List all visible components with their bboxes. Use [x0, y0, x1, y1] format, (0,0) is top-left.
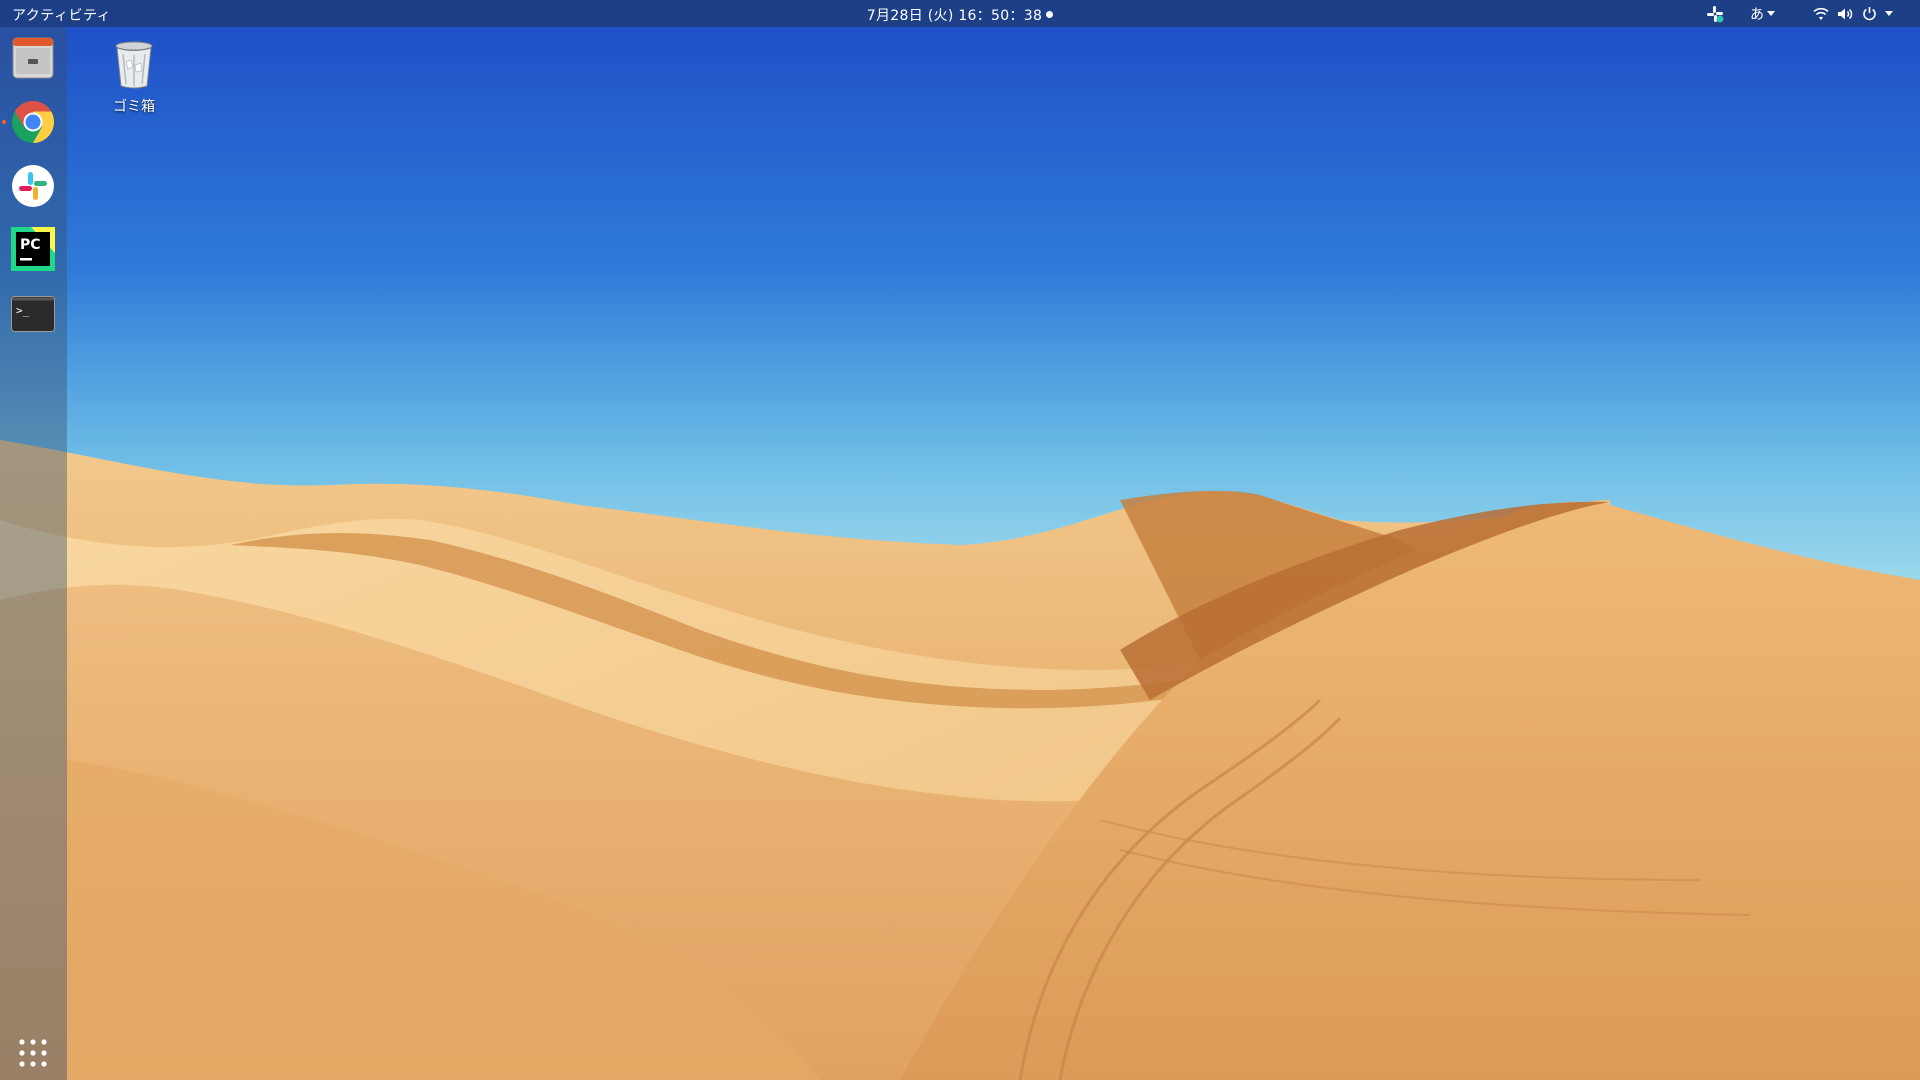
system-menu[interactable] — [1813, 4, 1893, 23]
svg-text:PC: PC — [20, 237, 41, 253]
input-method-menu[interactable]: あ — [1750, 4, 1775, 23]
trash-icon — [115, 41, 153, 89]
desktop-screen: アクティビティ 7月28日 (火) 16：50：38 あ PC >_ ゴミ箱 — [0, 0, 1920, 1080]
dock-item-files[interactable] — [8, 33, 58, 83]
wallpaper-desert — [0, 0, 1920, 1080]
chrome-icon — [12, 100, 55, 143]
dock-item-terminal[interactable]: >_ — [8, 289, 58, 339]
file-cabinet-icon — [12, 37, 54, 79]
running-indicator — [2, 120, 6, 124]
top-bar: アクティビティ 7月28日 (火) 16：50：38 あ — [0, 0, 1920, 27]
chevron-down-icon — [1885, 11, 1893, 16]
show-applications-button[interactable] — [8, 1028, 58, 1078]
dock-item-chrome[interactable] — [2, 97, 58, 147]
slack-icon — [1707, 5, 1724, 22]
wifi-icon — [1813, 7, 1829, 20]
svg-text:>_: >_ — [16, 304, 30, 317]
input-method-label: あ — [1750, 6, 1764, 23]
clock-button[interactable]: 7月28日 (火) 16：50：38 — [0, 5, 1920, 25]
slack-indicator[interactable] — [1706, 4, 1724, 23]
slack-icon — [12, 165, 54, 207]
clock-text: 7月28日 (火) 16：50：38 — [866, 8, 1043, 24]
dock-item-slack[interactable] — [8, 161, 58, 211]
terminal-icon: >_ — [11, 296, 55, 332]
power-icon — [1863, 7, 1876, 21]
app-grid-icon — [19, 1039, 47, 1067]
desktop-icon-label: ゴミ箱 — [113, 99, 155, 115]
dock-item-pycharm[interactable]: PC — [8, 224, 58, 274]
desktop-icon-trash[interactable]: ゴミ箱 — [99, 40, 169, 116]
dock: PC >_ — [0, 27, 67, 1080]
volume-icon — [1838, 8, 1853, 19]
chevron-down-icon — [1767, 11, 1775, 16]
notification-dot-icon — [1046, 11, 1054, 18]
pycharm-icon: PC — [11, 227, 55, 271]
